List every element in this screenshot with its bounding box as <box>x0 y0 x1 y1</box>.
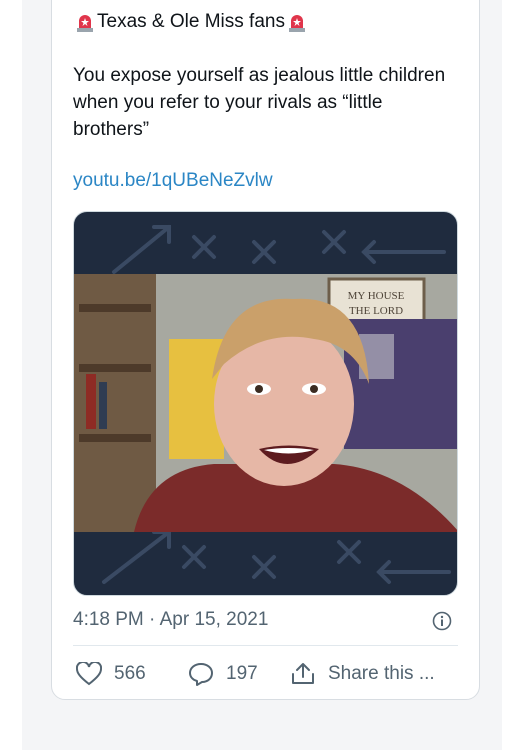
tweet-body-text: You expose yourself as jealous little ch… <box>73 65 446 140</box>
tweet-headline: Texas & Ole Miss fans <box>73 10 309 34</box>
share-label: Share this ... <box>328 663 435 684</box>
reply-count: 197 <box>226 663 258 684</box>
wall-sign-line-2: THE LORD <box>349 305 403 317</box>
share-button[interactable]: Share this ... <box>290 662 435 686</box>
video-frame: MY HOUSE THE LORD <box>74 274 457 532</box>
siren-emoji-icon <box>286 11 308 33</box>
heart-icon <box>76 662 102 686</box>
reply-bubble-icon <box>189 663 213 686</box>
siren-emoji-icon <box>74 11 96 33</box>
headline-text: Texas & Ole Miss fans <box>97 11 285 32</box>
tweet-timestamp[interactable]: 4:18 PM · Apr 15, 2021 <box>73 609 268 631</box>
share-icon <box>292 663 314 684</box>
like-button[interactable]: 566 <box>76 662 146 686</box>
youtube-link[interactable]: youtu.be/1qUBeNeZvlw <box>73 170 273 192</box>
reply-button[interactable]: 197 <box>188 662 258 686</box>
actions-divider <box>73 645 458 646</box>
video-thumbnail[interactable]: MY HOUSE THE LORD <box>73 211 458 596</box>
wall-sign-line-1: MY HOUSE <box>348 290 405 302</box>
like-count: 566 <box>114 663 146 684</box>
info-icon[interactable] <box>432 611 452 631</box>
